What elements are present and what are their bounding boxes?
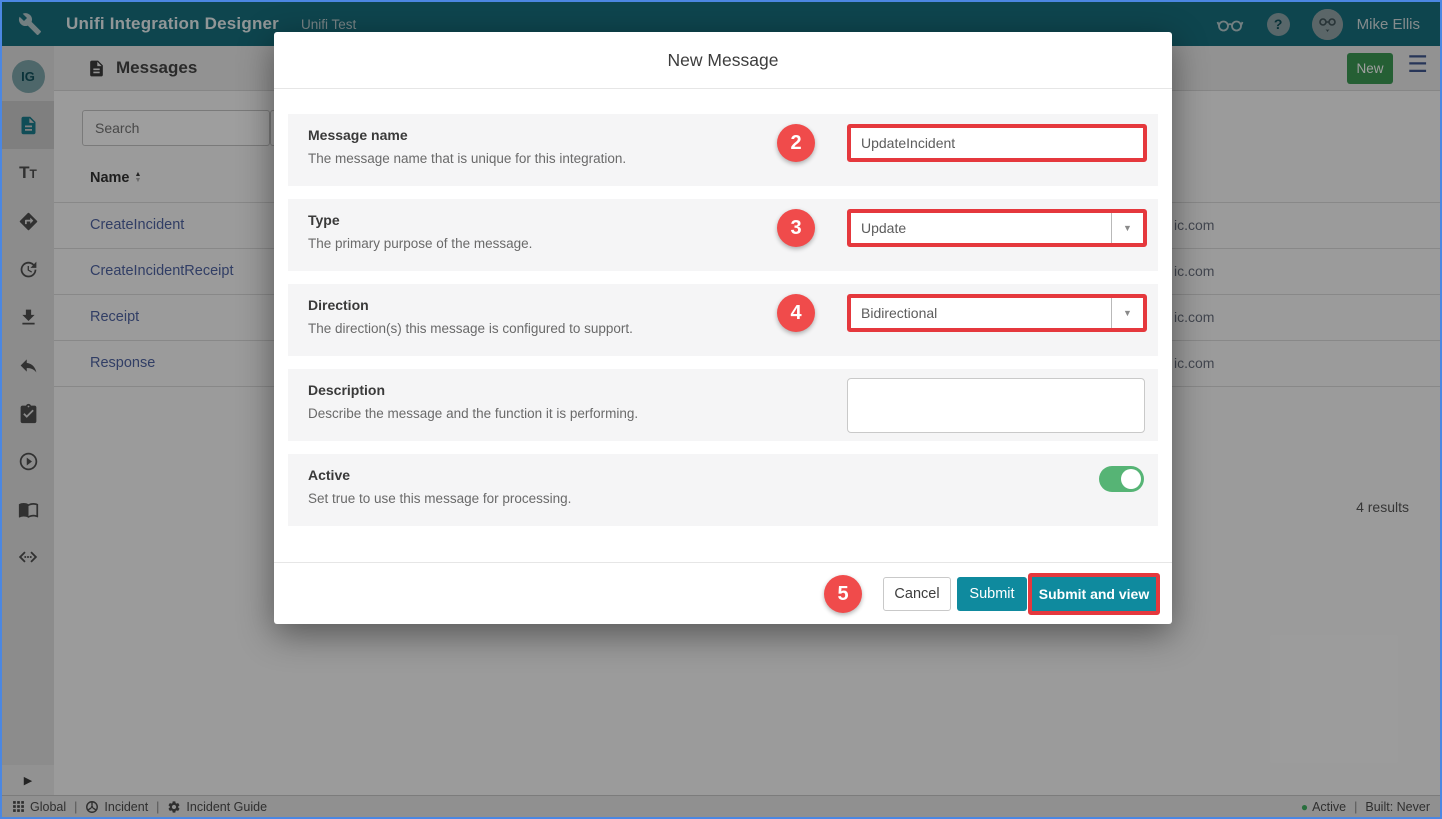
field-description: Set true to use this message for process… <box>308 491 571 506</box>
annotation-badge-4: 4 <box>777 294 815 332</box>
annotation-badge-3: 3 <box>777 209 815 247</box>
message-name-input-highlight <box>847 124 1147 162</box>
modal-title: New Message <box>274 32 1172 89</box>
cancel-button[interactable]: Cancel <box>883 577 951 611</box>
message-name-input[interactable] <box>851 128 1143 158</box>
description-textarea[interactable] <box>847 378 1145 433</box>
field-label: Direction <box>308 297 369 313</box>
active-toggle[interactable] <box>1099 466 1144 492</box>
field-message-name: Message name The message name that is un… <box>288 114 1158 186</box>
field-description: The primary purpose of the message. <box>308 236 532 251</box>
field-description: The direction(s) this message is configu… <box>308 321 633 336</box>
annotation-badge-2: 2 <box>777 124 815 162</box>
submit-and-view-highlight: Submit and view <box>1028 573 1160 615</box>
modal-footer: 5 Cancel Submit Submit and view <box>274 562 1172 624</box>
app-window: Unifi Integration Designer Unifi Test ? … <box>0 0 1442 819</box>
type-select[interactable]: Update ▼ <box>847 209 1147 247</box>
field-active: Active Set true to use this message for … <box>288 454 1158 526</box>
field-label: Description <box>308 382 385 398</box>
annotation-badge-5: 5 <box>824 575 862 613</box>
chevron-down-icon[interactable]: ▼ <box>1111 298 1143 328</box>
toggle-knob <box>1121 469 1141 489</box>
submit-and-view-button[interactable]: Submit and view <box>1032 577 1156 611</box>
chevron-down-icon[interactable]: ▼ <box>1111 213 1143 243</box>
field-description: Describe the message and the function it… <box>308 406 638 421</box>
type-select-value: Update <box>851 213 1111 243</box>
direction-select-value: Bidirectional <box>851 298 1111 328</box>
submit-button[interactable]: Submit <box>957 577 1027 611</box>
field-direction: Direction The direction(s) this message … <box>288 284 1158 356</box>
field-description: The message name that is unique for this… <box>308 151 626 166</box>
new-message-modal: New Message Message name The message nam… <box>274 32 1172 624</box>
field-label: Active <box>308 467 350 483</box>
direction-select[interactable]: Bidirectional ▼ <box>847 294 1147 332</box>
field-type: Type The primary purpose of the message.… <box>288 199 1158 271</box>
field-label: Type <box>308 212 340 228</box>
field-description-row: Description Describe the message and the… <box>288 369 1158 441</box>
field-label: Message name <box>308 127 408 143</box>
